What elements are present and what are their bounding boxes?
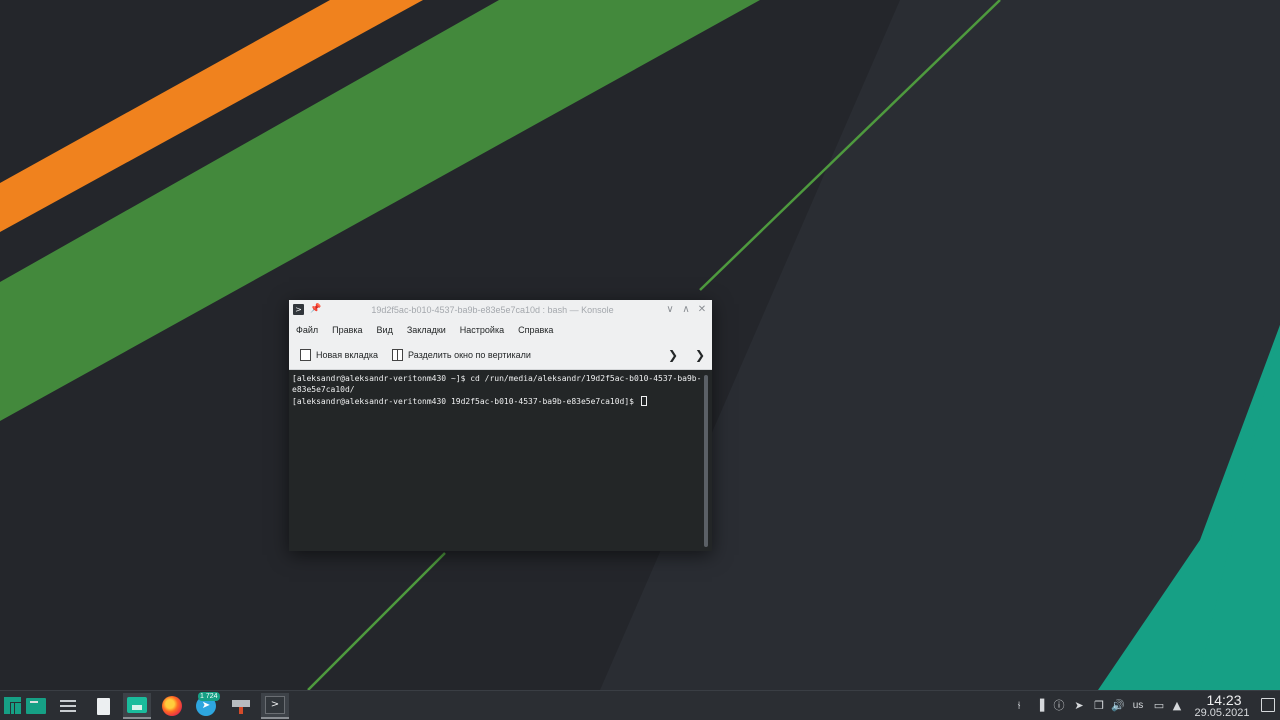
terminal-area[interactable]: [aleksandr@aleksandr-veritonm430 ~]$ cd … xyxy=(289,371,712,551)
terminal-output: [aleksandr@aleksandr-veritonm430 ~]$ cd … xyxy=(292,373,702,407)
manjaro-settings-icon[interactable]: ▐ xyxy=(1033,699,1047,713)
konsole-app-icon[interactable]: > xyxy=(293,304,304,315)
terminal-scrollbar[interactable] xyxy=(704,375,708,547)
clipboard-icon[interactable]: ❐ xyxy=(1092,699,1106,713)
toolbar-overflow-icon[interactable]: ❯ xyxy=(694,347,706,363)
maximize-button[interactable]: ∧ xyxy=(679,303,693,317)
keyboard-layout-indicator[interactable]: us xyxy=(1129,699,1147,713)
network-icon[interactable]: ⫮ xyxy=(1012,699,1026,713)
toolbar: Новая вкладка Разделить окно по вертикал… xyxy=(289,340,712,370)
toolbar-more-icon[interactable]: ❯ xyxy=(667,347,679,363)
new-tab-icon xyxy=(300,349,311,361)
manjaro-menu-icon[interactable] xyxy=(4,697,21,714)
menu-settings[interactable]: Настройка xyxy=(460,320,504,340)
updates-icon[interactable]: ⓘ xyxy=(1052,699,1066,713)
menu-edit[interactable]: Правка xyxy=(332,320,362,340)
clock-time[interactable]: 14:23 xyxy=(1196,692,1252,708)
terminal-prompt-line: [aleksandr@aleksandr-veritonm430 19d2f5a… xyxy=(292,396,639,406)
split-view-icon xyxy=(392,349,403,361)
menu-view[interactable]: Вид xyxy=(377,320,393,340)
system-settings-icon[interactable] xyxy=(54,693,82,719)
new-tab-button[interactable]: Новая вкладка xyxy=(300,347,378,363)
menubar: Файл Правка Вид Закладки Настройка Справ… xyxy=(289,320,712,340)
konsole-icon[interactable]: > xyxy=(261,693,289,719)
pin-icon[interactable]: 📌 xyxy=(310,303,321,315)
clock-date[interactable]: 29.05.2021 xyxy=(1190,707,1254,719)
firefox-icon[interactable] xyxy=(158,693,186,719)
volume-icon[interactable]: 🔊 xyxy=(1111,699,1125,713)
telegram-unread-badge: 1 724 xyxy=(198,692,220,701)
split-view-label: Разделить окно по вертикали xyxy=(408,350,531,360)
menu-help[interactable]: Справка xyxy=(518,320,553,340)
menu-file[interactable]: Файл xyxy=(296,320,318,340)
minimize-button[interactable]: ∨ xyxy=(663,303,677,317)
terminal-cursor xyxy=(640,395,647,406)
stamp-app-icon[interactable] xyxy=(227,693,255,719)
desktop-pager-icon[interactable] xyxy=(22,693,50,719)
close-button[interactable]: ✕ xyxy=(695,303,709,317)
taskbar: ➤ 1 724 > ⫮ ▐ ⓘ ➤ ❐ 🔊 us ▭ ▲ 14:23 29.05… xyxy=(0,690,1280,720)
terminal-line: [aleksandr@aleksandr-veritonm430 ~]$ cd … xyxy=(292,374,702,395)
show-desktop-button[interactable] xyxy=(1261,698,1275,712)
telegram-tray-icon[interactable]: ➤ xyxy=(1072,699,1086,713)
text-file-icon[interactable] xyxy=(89,693,117,719)
new-tab-label: Новая вкладка xyxy=(316,350,379,360)
window-title: 19d2f5ac-b010-4537-ba9b-e83e5e7ca10d : b… xyxy=(371,305,614,315)
tray-expand-icon[interactable]: ▲ xyxy=(1171,699,1183,713)
window-titlebar[interactable]: > 📌 19d2f5ac-b010-4537-ba9b-e83e5e7ca10d… xyxy=(289,300,712,320)
display-icon[interactable]: ▭ xyxy=(1152,699,1166,713)
konsole-window: > 📌 19d2f5ac-b010-4537-ba9b-e83e5e7ca10d… xyxy=(289,300,712,551)
menu-bookmarks[interactable]: Закладки xyxy=(407,320,446,340)
split-view-button[interactable]: Разделить окно по вертикали xyxy=(392,347,531,363)
file-manager-icon[interactable] xyxy=(123,693,151,719)
